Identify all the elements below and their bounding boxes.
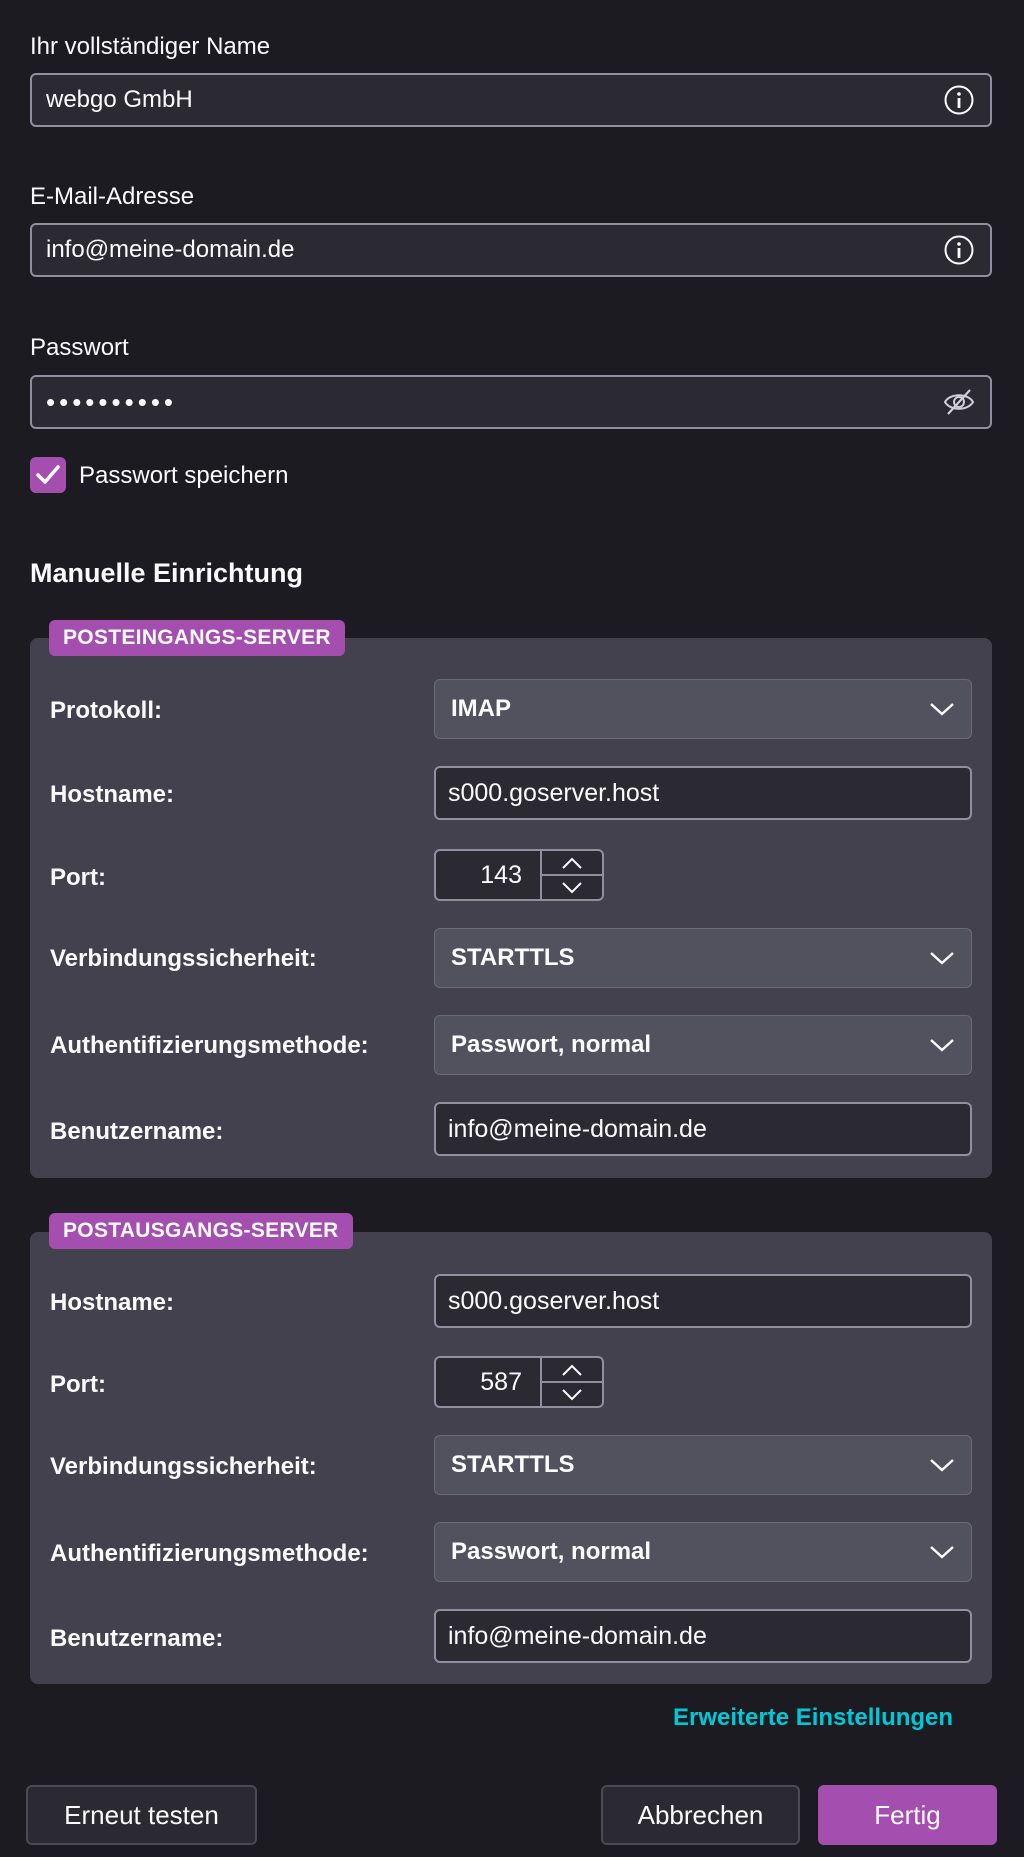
outgoing-security-select[interactable]: STARTTLS [434,1435,972,1495]
chevron-up-icon [562,1364,582,1376]
password-field[interactable]: •••••••••• [30,375,992,429]
incoming-security-select[interactable]: STARTTLS [434,928,972,988]
incoming-auth-select[interactable]: Passwort, normal [434,1015,972,1075]
password-label: Passwort [30,334,129,361]
incoming-hostname-input[interactable]: s000.goserver.host [434,766,972,820]
email-field[interactable]: info@meine-domain.de [30,223,992,277]
incoming-protocol-select[interactable]: IMAP [434,679,972,739]
cancel-button[interactable]: Abbrechen [601,1785,800,1845]
incoming-port-increment[interactable] [542,851,602,876]
chevron-down-icon [930,1459,954,1472]
advanced-settings-link[interactable]: Erweiterte Einstellungen [673,1704,953,1732]
chevron-down-icon [930,952,954,965]
incoming-auth-label: Authentifizierungsmethode: [50,1032,369,1059]
outgoing-port-stepper[interactable]: 587 [434,1356,604,1408]
remember-password-checkbox[interactable] [30,457,66,493]
incoming-username-input[interactable]: info@meine-domain.de [434,1102,972,1156]
full-name-field[interactable]: webgo GmbH [30,73,992,127]
outgoing-port-label: Port: [50,1371,106,1398]
retest-button[interactable]: Erneut testen [26,1785,257,1845]
eye-slash-icon[interactable] [942,385,976,419]
outgoing-hostname-input[interactable]: s000.goserver.host [434,1274,972,1328]
incoming-auth-value: Passwort, normal [451,1031,652,1058]
incoming-security-value: STARTTLS [451,944,575,971]
info-circle-icon[interactable] [942,83,976,117]
chevron-down-icon [930,1039,954,1052]
chevron-down-icon [562,881,582,893]
outgoing-username-label: Benutzername: [50,1625,224,1652]
incoming-port-label: Port: [50,864,106,891]
chevron-up-icon [562,857,582,869]
email-label: E-Mail-Adresse [30,183,195,210]
outgoing-port-value[interactable]: 587 [436,1358,540,1406]
incoming-protocol-label: Protokoll: [50,697,162,724]
outgoing-username-input[interactable]: info@meine-domain.de [434,1609,972,1663]
incoming-port-decrement[interactable] [542,876,602,899]
incoming-username-label: Benutzername: [50,1118,224,1145]
info-circle-icon[interactable] [942,233,976,267]
outgoing-hostname-label: Hostname: [50,1289,175,1316]
outgoing-auth-label: Authentifizierungsmethode: [50,1540,369,1567]
password-value: •••••••••• [46,386,178,417]
outgoing-port-increment[interactable] [542,1358,602,1383]
incoming-security-label: Verbindungssicherheit: [50,945,317,972]
outgoing-security-value: STARTTLS [451,1451,575,1478]
done-button[interactable]: Fertig [818,1785,997,1845]
checkmark-icon [36,465,60,484]
chevron-down-icon [930,703,954,716]
outgoing-security-label: Verbindungssicherheit: [50,1453,317,1480]
incoming-server-badge: POSTEINGANGS-SERVER [49,620,345,656]
incoming-hostname-label: Hostname: [50,781,175,808]
full-name-label: Ihr vollständiger Name [30,33,271,60]
outgoing-auth-select[interactable]: Passwort, normal [434,1522,972,1582]
outgoing-auth-value: Passwort, normal [451,1538,652,1565]
email-value: info@meine-domain.de [46,236,295,263]
manual-setup-title: Manuelle Einrichtung [30,558,304,588]
outgoing-port-decrement[interactable] [542,1383,602,1406]
outgoing-server-badge: POSTAUSGANGS-SERVER [49,1213,353,1249]
remember-password-label[interactable]: Passwort speichern [79,462,288,490]
full-name-value: webgo GmbH [46,86,193,113]
chevron-down-icon [930,1546,954,1559]
incoming-port-stepper[interactable]: 143 [434,849,604,901]
incoming-port-value[interactable]: 143 [436,851,540,899]
incoming-protocol-value: IMAP [451,695,511,722]
chevron-down-icon [562,1388,582,1400]
